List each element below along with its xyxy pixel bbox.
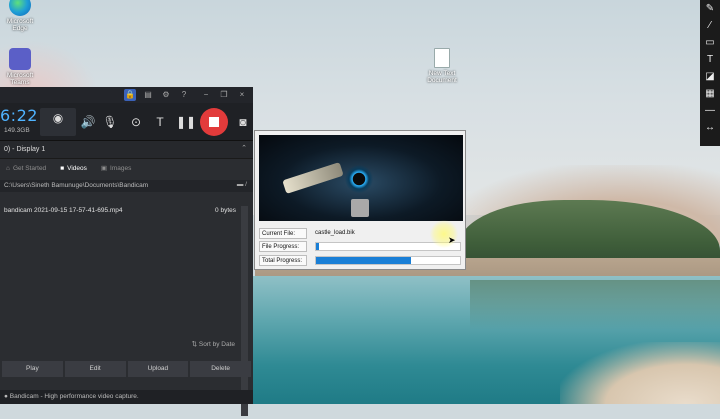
display-label: 0) - Display 1 <box>4 146 46 153</box>
image-icon: ▣ <box>100 165 108 172</box>
sort-label: Sort by Date <box>198 341 235 348</box>
desktop-icon-label: New Text Document <box>427 70 457 84</box>
edit-button[interactable]: Edit <box>64 361 126 377</box>
eraser-icon[interactable]: ◪ <box>702 70 718 84</box>
delete-button[interactable]: Delete <box>190 361 251 377</box>
pause-button[interactable]: ❚❚ <box>176 112 196 132</box>
home-icon: ⌂ <box>6 164 10 172</box>
rectangle-icon[interactable]: ▭ <box>702 36 718 50</box>
total-progress-row: Total Progress: <box>259 255 463 267</box>
mouse-cursor-icon: ➤ <box>448 235 456 245</box>
figure-graphic <box>351 199 369 217</box>
camera-icon[interactable]: ◙ <box>233 112 253 132</box>
recording-timer: 6:22 <box>0 106 38 125</box>
file-size: 149.3GB <box>4 127 30 134</box>
desktop-icon-teams[interactable]: Microsoft Teams <box>0 48 40 86</box>
desktop-icon-label: Microsoft Edge <box>6 18 34 32</box>
help-icon[interactable]: ? <box>178 89 190 101</box>
file-size: 0 bytes <box>215 207 236 214</box>
current-file-label: Current File: <box>259 228 307 239</box>
restore-icon[interactable]: ❐ <box>218 89 230 101</box>
stop-record-button[interactable] <box>200 108 228 136</box>
orb-graphic <box>345 165 373 193</box>
loading-artwork <box>259 135 463 221</box>
pen-icon[interactable]: ✎ <box>702 2 718 16</box>
total-progress-label: Total Progress: <box>259 255 307 266</box>
file-progress-label: File Progress: <box>259 241 307 252</box>
text-icon[interactable]: T <box>702 53 718 67</box>
recording-bar: 6:22 149.3GB ◉ 🔊 🎙 ⊙ T ❚❚ ◙ <box>0 103 253 141</box>
sort-control[interactable]: ⇅ Sort by Date <box>0 338 253 350</box>
current-file-value: castle_load.bik <box>315 230 355 236</box>
file-actions: Play Edit Upload Delete <box>0 361 253 377</box>
folder-icon[interactable]: ▤ <box>142 89 154 101</box>
video-icon: ■ <box>60 164 65 172</box>
path-text: C:\Users\Sineth Bamunuge\Documents\Bandi… <box>4 182 149 189</box>
settings-icon[interactable]: ⚙ <box>160 89 172 101</box>
status-bar: ● Bandicam - High performance video capt… <box>0 390 253 404</box>
total-progress-fill <box>316 257 412 264</box>
tab-videos[interactable]: ■ Videos <box>60 165 87 172</box>
dry-grass <box>560 342 720 404</box>
brush-icon[interactable]: ⁄ <box>702 19 718 33</box>
reflection <box>470 280 720 330</box>
tab-label: Get Started <box>12 164 47 172</box>
output-path[interactable]: C:\Users\Sineth Bamunuge\Documents\Bandi… <box>0 180 253 192</box>
bandicam-window: 🔒 ▤ ⚙ ? − ❐ × 6:22 149.3GB ◉ 🔊 🎙 ⊙ T ❚❚ … <box>0 87 253 416</box>
scrollbar[interactable] <box>241 206 248 416</box>
text-file-icon <box>434 48 450 68</box>
teams-icon <box>9 48 31 70</box>
desktop-icon-edge[interactable]: Microsoft Edge <box>0 0 40 32</box>
loader-dialog: Current File: castle_load.bik File Progr… <box>254 130 466 270</box>
sort-icon: ⇅ <box>191 341 199 348</box>
display-selector[interactable]: 0) - Display 1 ⌃ <box>0 141 253 159</box>
file-list: bandicam 2021-09-15 17-57-41-695.mp4 0 b… <box>0 204 240 419</box>
expand-icon[interactable]: ↔ <box>702 121 718 135</box>
webcam-icon[interactable]: ◉ <box>40 108 76 136</box>
text-overlay-icon[interactable]: T <box>150 112 170 132</box>
microphone-icon[interactable]: 🎙 <box>100 112 120 132</box>
file-name: bandicam 2021-09-15 17-57-41-695.mp4 <box>4 207 123 214</box>
lock-icon[interactable]: 🔒 <box>124 89 136 101</box>
blade-graphic <box>282 162 344 194</box>
tab-images[interactable]: ▣ Images <box>100 164 132 173</box>
tab-label: Images <box>110 164 132 172</box>
line-icon[interactable]: — <box>702 104 718 118</box>
desktop-icon-text-file[interactable]: New Text Document <box>422 48 462 84</box>
bandicam-tabs: ⌂ Get Started ■ Videos ▣ Images <box>0 159 253 177</box>
desktop-icon-label: Microsoft Teams <box>6 72 34 86</box>
file-progress-fill <box>316 243 319 250</box>
list-item[interactable]: bandicam 2021-09-15 17-57-41-695.mp4 0 b… <box>0 204 240 218</box>
speaker-icon[interactable]: 🔊 <box>78 112 98 132</box>
status-text: Bandicam - High performance video captur… <box>9 393 139 400</box>
pattern-icon[interactable]: ▦ <box>702 87 718 101</box>
open-folder-icon[interactable]: ▬ / <box>237 181 247 188</box>
cursor-effect-icon[interactable]: ⊙ <box>126 112 146 132</box>
total-progress-bar <box>315 256 461 265</box>
edge-icon <box>9 0 31 16</box>
tab-get-started[interactable]: ⌂ Get Started <box>6 165 46 172</box>
close-icon[interactable]: × <box>236 89 248 101</box>
drawing-toolbar: ✎ ⁄ ▭ T ◪ ▦ — ↔ <box>700 0 720 146</box>
play-button[interactable]: Play <box>2 361 63 377</box>
minimize-icon[interactable]: − <box>200 89 212 101</box>
chevron-up-icon[interactable]: ⌃ <box>241 144 247 152</box>
upload-button[interactable]: Upload <box>127 361 189 377</box>
tab-label: Videos <box>67 164 87 172</box>
bandicam-titlebar: 🔒 ▤ ⚙ ? − ❐ × <box>0 87 253 103</box>
